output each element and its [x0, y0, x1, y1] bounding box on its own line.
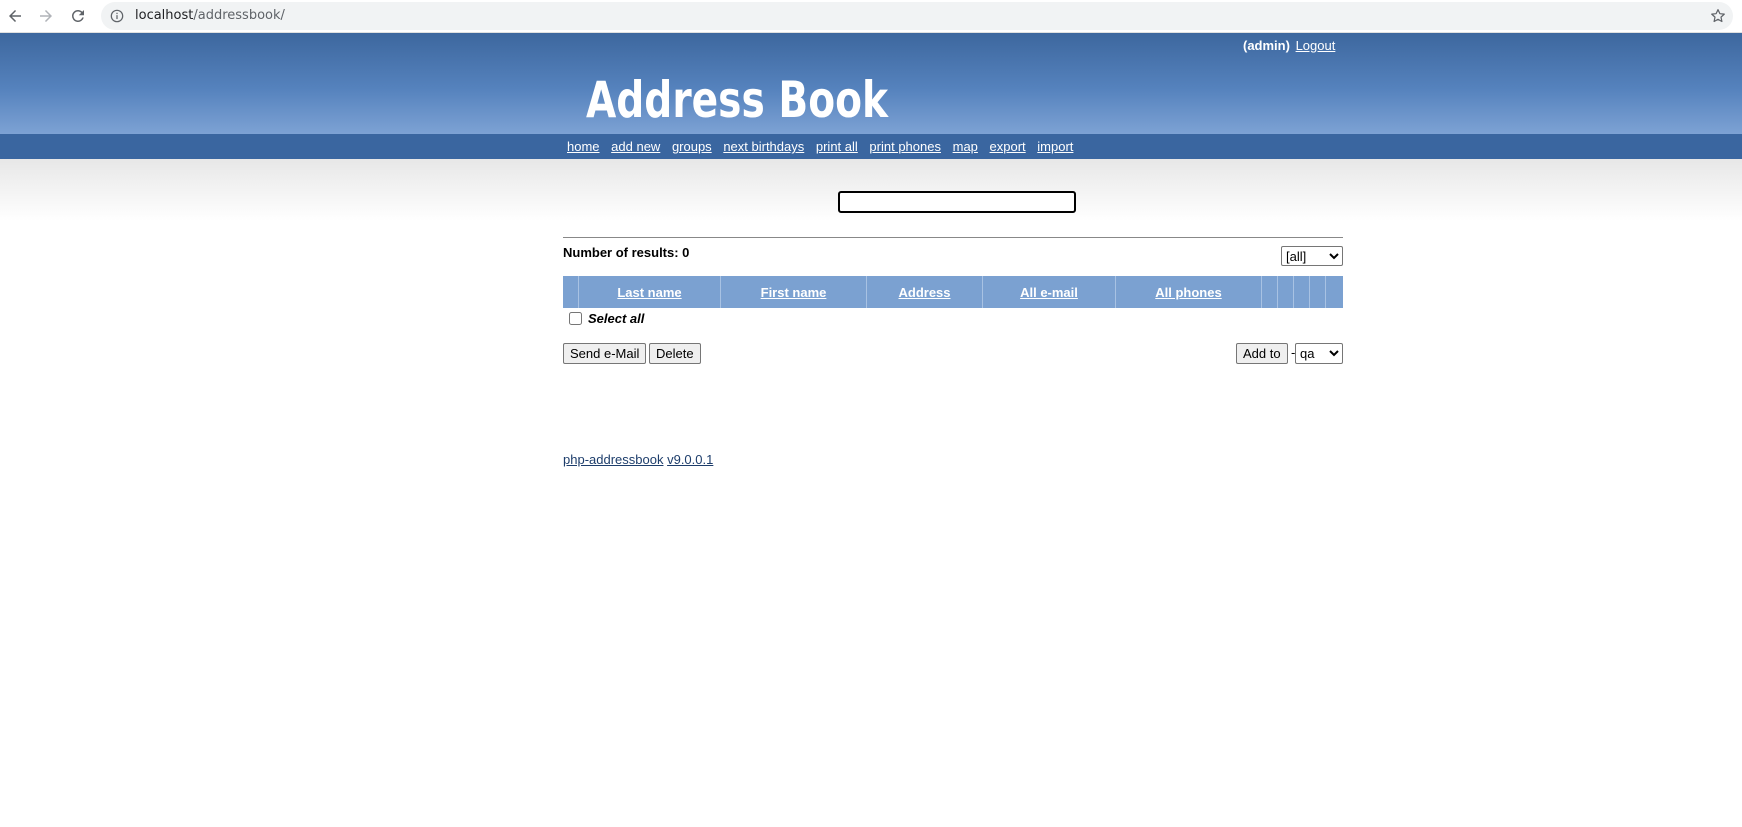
column-header-first-name[interactable]: First name: [720, 276, 867, 308]
back-button[interactable]: [3, 4, 27, 28]
browser-toolbar: localhost/addressbook/: [0, 0, 1742, 33]
divider: [563, 237, 1343, 238]
arrow-left-icon: [9, 10, 21, 22]
delete-button[interactable]: Delete: [649, 343, 701, 364]
table-header-row: Last name First name Address All e-mail …: [563, 276, 1343, 308]
page-header: (admin) Logout Address Book: [0, 33, 1742, 134]
column-header-all-email[interactable]: All e-mail: [982, 276, 1116, 308]
footer: php-addressbook v9.0.0.1: [563, 452, 713, 467]
user-bar: (admin) Logout: [1243, 38, 1335, 53]
column-header-last-name[interactable]: Last name: [578, 276, 721, 308]
column-header-action-3: [1293, 276, 1310, 308]
sort-first-name-link[interactable]: First name: [761, 285, 827, 300]
select-all-label[interactable]: Select all: [588, 311, 644, 326]
nav-import[interactable]: import: [1037, 139, 1073, 154]
arrow-right-icon: [40, 10, 52, 22]
column-header-all-phones[interactable]: All phones: [1115, 276, 1262, 308]
group-filter-select[interactable]: [all]: [1281, 246, 1343, 266]
select-all-checkbox[interactable]: [569, 312, 582, 325]
search-input[interactable]: [838, 191, 1076, 213]
column-header-action-1: [1261, 276, 1278, 308]
column-header-address[interactable]: Address: [866, 276, 983, 308]
sort-last-name-link[interactable]: Last name: [617, 285, 681, 300]
sort-all-email-link[interactable]: All e-mail: [1020, 285, 1078, 300]
address-bar[interactable]: localhost/addressbook/: [101, 2, 1733, 30]
logout-link[interactable]: Logout: [1296, 38, 1336, 53]
send-email-button[interactable]: Send e-Mail: [563, 343, 647, 364]
column-header-action-4: [1309, 276, 1326, 308]
results-count: Number of results: 0: [563, 245, 690, 260]
column-header-action-2: [1277, 276, 1294, 308]
info-icon[interactable]: [110, 9, 124, 23]
sort-all-phones-link[interactable]: All phones: [1155, 285, 1221, 300]
nav-next-birthdays[interactable]: next birthdays: [723, 139, 804, 154]
version-link[interactable]: v9.0.0.1: [667, 452, 713, 467]
select-all-row: Select all: [569, 311, 644, 326]
nav-export[interactable]: export: [990, 139, 1026, 154]
contacts-table: Last name First name Address All e-mail …: [563, 276, 1343, 308]
nav-add-new[interactable]: add new: [611, 139, 660, 154]
nav-home[interactable]: home: [567, 139, 600, 154]
forward-button[interactable]: [34, 4, 58, 28]
reload-button[interactable]: [66, 4, 90, 28]
target-group-select[interactable]: qa: [1295, 343, 1343, 364]
nav-groups[interactable]: groups: [672, 139, 712, 154]
main-nav: home add new groups next birthdays print…: [0, 134, 1742, 159]
bookmark-star-icon[interactable]: [1709, 7, 1727, 25]
url-host: localhost: [135, 8, 194, 23]
app-link[interactable]: php-addressbook: [563, 452, 663, 467]
reload-icon: [71, 9, 84, 22]
column-header-checkbox: [563, 276, 579, 308]
sort-address-link[interactable]: Address: [898, 285, 950, 300]
address-book-logo: Address Book: [586, 71, 889, 127]
url-path: /addressbook/: [193, 8, 285, 23]
url-text: localhost/addressbook/: [135, 8, 285, 23]
current-user: (admin): [1243, 38, 1290, 53]
column-header-action-5: [1325, 276, 1343, 308]
nav-print-phones[interactable]: print phones: [869, 139, 941, 154]
nav-print-all[interactable]: print all: [816, 139, 858, 154]
logo-title: Address Book: [586, 71, 889, 127]
add-to-button[interactable]: Add to: [1236, 343, 1288, 364]
nav-map[interactable]: map: [953, 139, 978, 154]
